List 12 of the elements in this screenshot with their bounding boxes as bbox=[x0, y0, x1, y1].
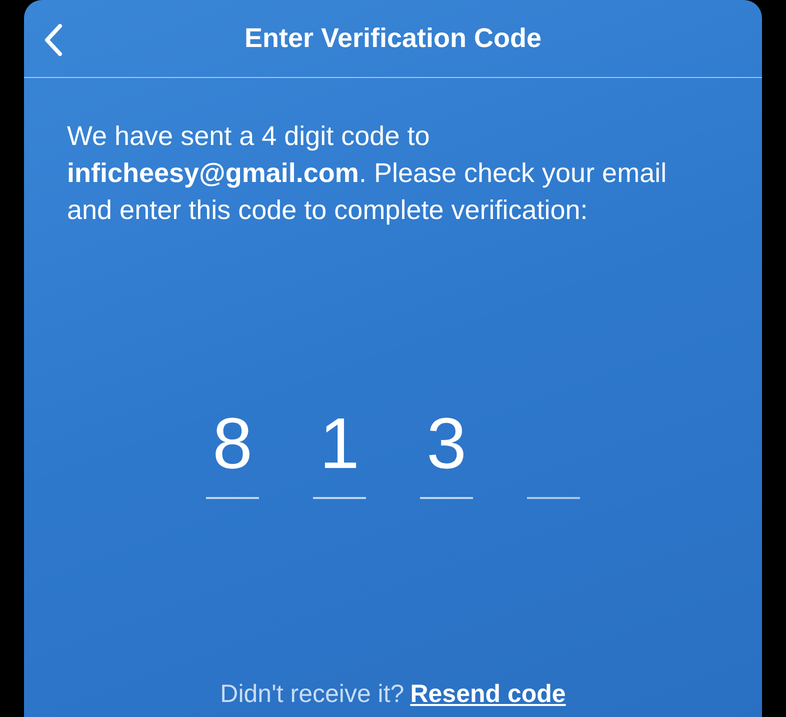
digit-input-line[interactable] bbox=[420, 497, 473, 499]
instruction-text: We have sent a 4 digit code to inficheesy@gmail.com. Please check your email and enter this code to complete verification: bbox=[66, 120, 668, 227]
code-digit: 8 bbox=[212, 403, 253, 486]
code-digit: 1 bbox=[319, 403, 360, 486]
screen-title: Enter Verification Code bbox=[244, 22, 542, 56]
resend-code-link[interactable]: Resend code bbox=[410, 680, 566, 708]
digit-input-line[interactable] bbox=[313, 497, 366, 499]
code-digit: 3 bbox=[426, 403, 467, 486]
digit-input-line[interactable] bbox=[206, 497, 259, 499]
digit-input-line[interactable] bbox=[527, 497, 580, 499]
back-icon[interactable] bbox=[42, 22, 64, 58]
resend-prompt: Didn't receive it? bbox=[220, 680, 404, 708]
